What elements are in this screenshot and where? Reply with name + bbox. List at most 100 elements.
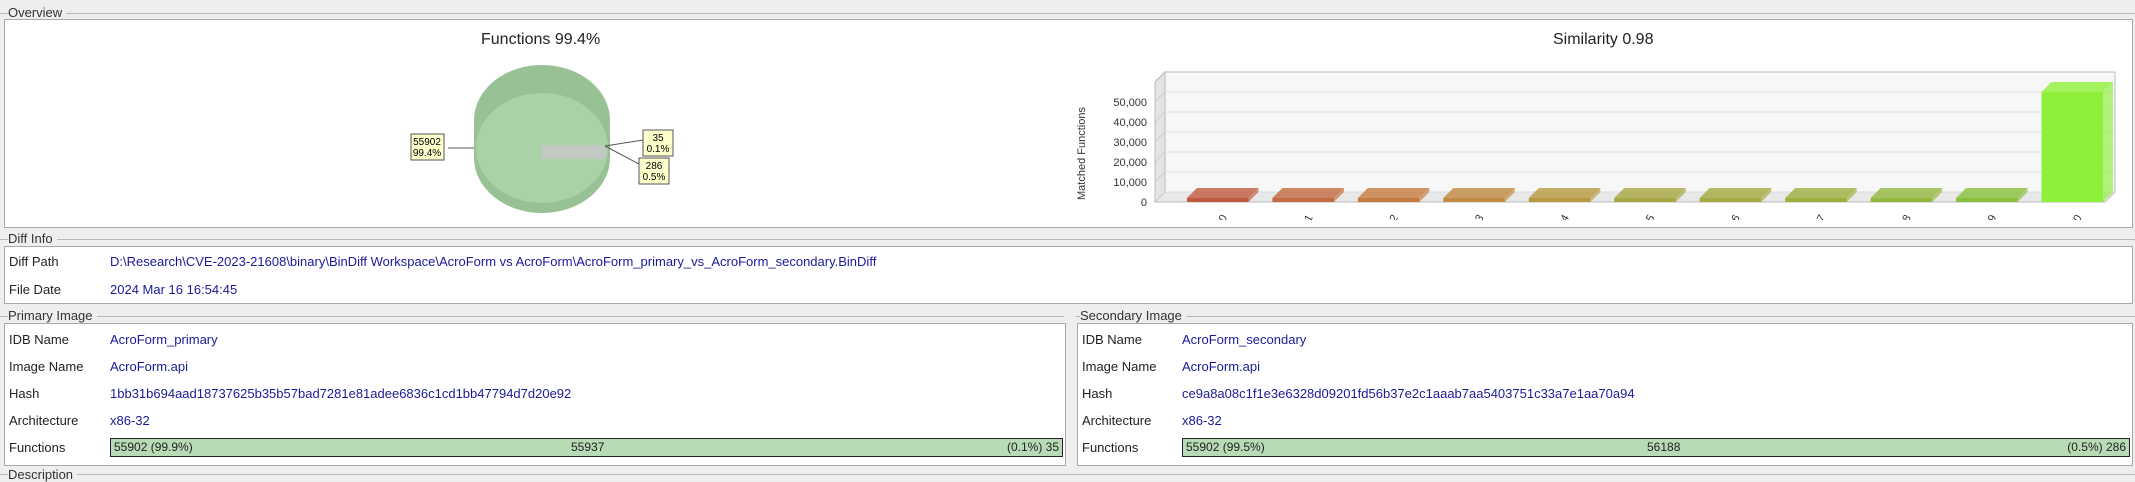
bar-0.3 xyxy=(1443,198,1505,202)
primary-title: Primary Image xyxy=(8,308,97,323)
functions-chart-title: Functions 99.4% xyxy=(481,31,601,48)
primary-idb-label: IDB Name xyxy=(9,332,69,347)
bar-top-0.2 xyxy=(1357,188,1430,198)
secondary-idb-value: AcroForm_secondary xyxy=(1182,332,1307,347)
file-date-label: File Date xyxy=(9,282,62,297)
secondary-arch-value: x86-32 xyxy=(1182,413,1222,428)
x-tick-label-0.3: 0.3 xyxy=(1468,213,1486,220)
description-title: Description xyxy=(8,467,78,482)
primary-functions-bar: 55902 (99.9%) 55937 (0.1%) 35 xyxy=(110,438,1063,457)
pie-slice-unmatched xyxy=(542,145,606,159)
bar-0.7 xyxy=(1785,198,1847,202)
diff-info-divider xyxy=(0,239,2135,240)
secondary-hash-label: Hash xyxy=(1082,386,1113,401)
bar-top-0.6 xyxy=(1699,188,1772,198)
primary-functions-label: Functions xyxy=(9,440,66,455)
pie-leader-2 xyxy=(604,139,644,147)
description-divider xyxy=(0,474,2135,475)
x-tick-label-0.6: 0.6 xyxy=(1725,213,1743,220)
file-date-value: 2024 Mar 16 16:54:45 xyxy=(110,282,238,297)
bar-0.8 xyxy=(1870,198,1933,202)
similarity-bar-chart: Matched Functions 0 10,000 20,000 30,000 40,… xyxy=(1076,70,2117,220)
bar-1.0 xyxy=(2041,92,2104,202)
bar-top-1.0 xyxy=(2041,82,2114,92)
overview-title: Overview xyxy=(8,5,67,20)
primary-hash-value: 1bb31b694aad18737625b35b57bad7281e81adee… xyxy=(110,386,572,401)
x-tick-label-0.7: 0.7 xyxy=(1810,213,1828,220)
x-tick-label-0.8: 0.8 xyxy=(1896,213,1914,220)
primary-functions-unmatched: (0.1%) 35 xyxy=(1006,440,1059,454)
secondary-panel: IDB Name AcroForm_secondary Image Name A… xyxy=(1077,323,2133,466)
diff-info-title: Diff Info xyxy=(8,231,57,246)
overview-divider xyxy=(0,13,2135,14)
y-tick-label: 40,000 xyxy=(1113,117,1147,129)
primary-idb-value: AcroForm_primary xyxy=(110,332,218,347)
x-tick-label-0.5: 0.5 xyxy=(1639,213,1657,220)
secondary-functions-matched: 55902 (99.5%) xyxy=(1186,440,1265,454)
bar-0.9 xyxy=(1956,198,2018,202)
x-tick-label-0.2: 0.2 xyxy=(1383,213,1401,220)
secondary-functions-total: 56188 xyxy=(1647,440,1681,454)
primary-image-label: Image Name xyxy=(9,359,84,374)
pie-callout-2-count: 35 xyxy=(652,133,664,144)
bar-0.6 xyxy=(1699,198,1762,202)
bar-top-0.8 xyxy=(1870,188,1943,198)
x-tick-label-0.4: 0.4 xyxy=(1554,213,1572,220)
pie-callout-3: 286 0.5% xyxy=(638,157,670,185)
pie-callout-3-pct: 0.5% xyxy=(643,172,666,183)
primary-arch-label: Architecture xyxy=(9,413,79,428)
bar-0.1 xyxy=(1272,198,1334,202)
primary-image-value: AcroForm.api xyxy=(110,359,189,374)
x-tick-label-0.9: 0.9 xyxy=(1981,213,1999,220)
y-tick-label: 20,000 xyxy=(1113,157,1147,169)
bar-top-0.7 xyxy=(1785,188,1857,198)
bar-top-0.9 xyxy=(1956,188,2028,198)
pie-callout-2-pct: 0.1% xyxy=(647,144,670,155)
primary-panel: IDB Name AcroForm_primary Image Name Acr… xyxy=(4,323,1066,466)
primary-hash-label: Hash xyxy=(9,386,40,401)
bar-0.0 xyxy=(1186,198,1249,202)
secondary-arch-label: Architecture xyxy=(1082,413,1152,428)
functions-pie-chart: 55902 99.4% 35 0.1% 286 0.5% xyxy=(410,65,674,213)
secondary-functions-bar: 55902 (99.5%) 56188 (0.5%) 286 xyxy=(1182,438,2130,457)
y-tick-label: 50,000 xyxy=(1113,97,1147,109)
y-tick-label: 10,000 xyxy=(1113,177,1147,189)
primary-functions-matched: 55902 (99.9%) xyxy=(114,440,193,454)
x-tick-label-0.0: 0.0 xyxy=(1212,213,1230,220)
bar-0.2 xyxy=(1357,198,1420,202)
similarity-ylabel: Matched Functions xyxy=(1076,107,1088,200)
bar-side-1.0 xyxy=(2103,82,2114,202)
secondary-idb-label: IDB Name xyxy=(1082,332,1142,347)
primary-functions-total: 55937 xyxy=(571,440,605,454)
pie-callout-3-count: 286 xyxy=(646,161,663,172)
secondary-functions-label: Functions xyxy=(1082,440,1139,455)
y-tick-label: 30,000 xyxy=(1113,137,1147,149)
primary-divider xyxy=(0,316,1064,317)
secondary-image-label: Image Name xyxy=(1082,359,1157,374)
bar-0.4 xyxy=(1528,198,1591,202)
x-tick-label-1.0: 1.0 xyxy=(2067,213,2085,220)
pie-leader-3 xyxy=(604,145,640,165)
bar-top-0.3 xyxy=(1443,188,1515,198)
bar-top-0.4 xyxy=(1528,188,1601,198)
secondary-image-value: AcroForm.api xyxy=(1182,359,1261,374)
pie-callout-2: 35 0.1% xyxy=(642,129,674,157)
pie-callout-1: 55902 99.4% xyxy=(410,133,445,161)
pie-callout-1-count: 55902 xyxy=(413,137,441,148)
primary-arch-value: x86-32 xyxy=(110,413,150,428)
bar-top-0.0 xyxy=(1186,188,1259,198)
x-tick-label-0.1: 0.1 xyxy=(1298,213,1316,220)
bar-0.5 xyxy=(1614,198,1676,202)
y-tick-label: 0 xyxy=(1141,197,1147,209)
diff-path-label: Diff Path xyxy=(9,254,59,269)
overview-panel: Functions 99.4% Similarity 0.98 55902 99… xyxy=(4,19,2133,228)
secondary-title: Secondary Image xyxy=(1080,308,1186,323)
diff-info-panel: Diff Path D:\Research\CVE-2023-21608\bin… xyxy=(4,246,2133,304)
similarity-chart-title: Similarity 0.98 xyxy=(1553,31,1654,48)
secondary-hash-value: ce9a8a08c1f1e3e6328d09201fd56b37e2c1aaab… xyxy=(1182,386,1635,401)
secondary-functions-unmatched: (0.5%) 286 xyxy=(2067,440,2126,454)
bar-top-0.5 xyxy=(1614,188,1686,198)
bar-top-0.1 xyxy=(1272,188,1344,198)
diff-path-value: D:\Research\CVE-2023-21608\binary\BinDif… xyxy=(110,254,877,269)
pie-callout-1-pct: 99.4% xyxy=(413,148,441,159)
